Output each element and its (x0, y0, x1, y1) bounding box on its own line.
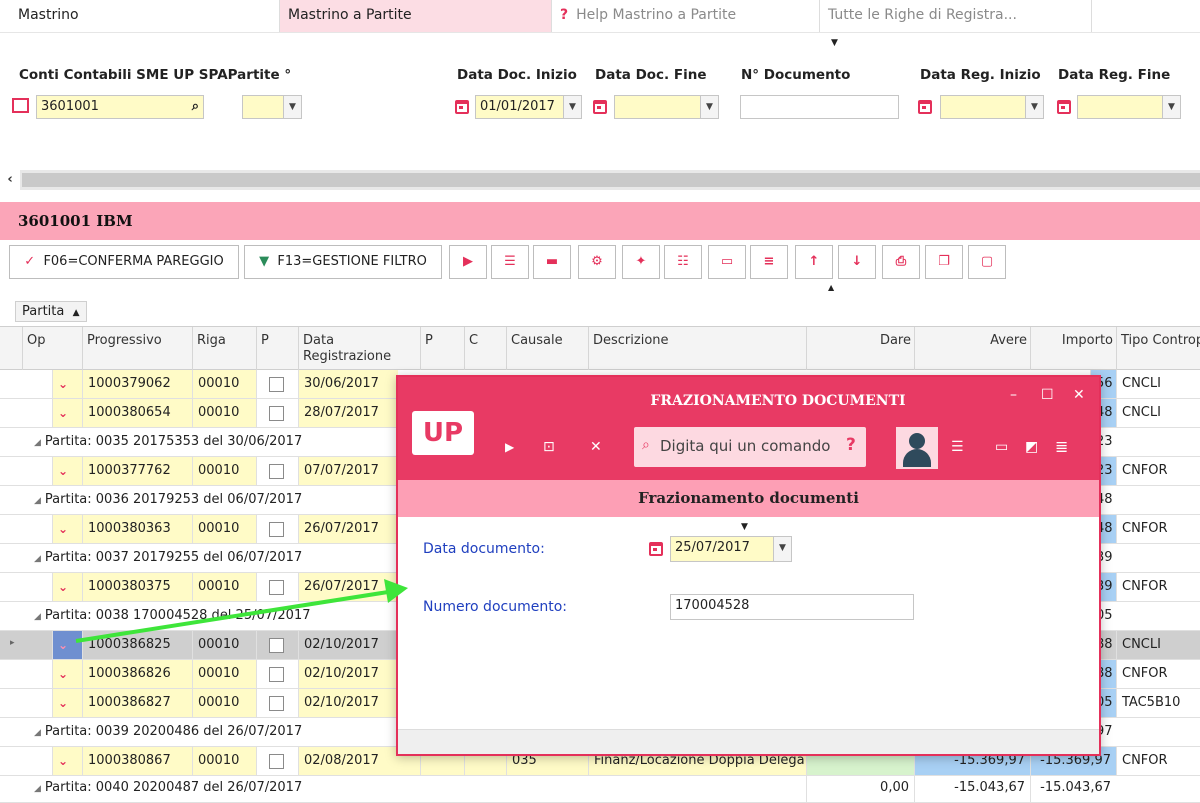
annotation-arrow (75, 579, 408, 643)
